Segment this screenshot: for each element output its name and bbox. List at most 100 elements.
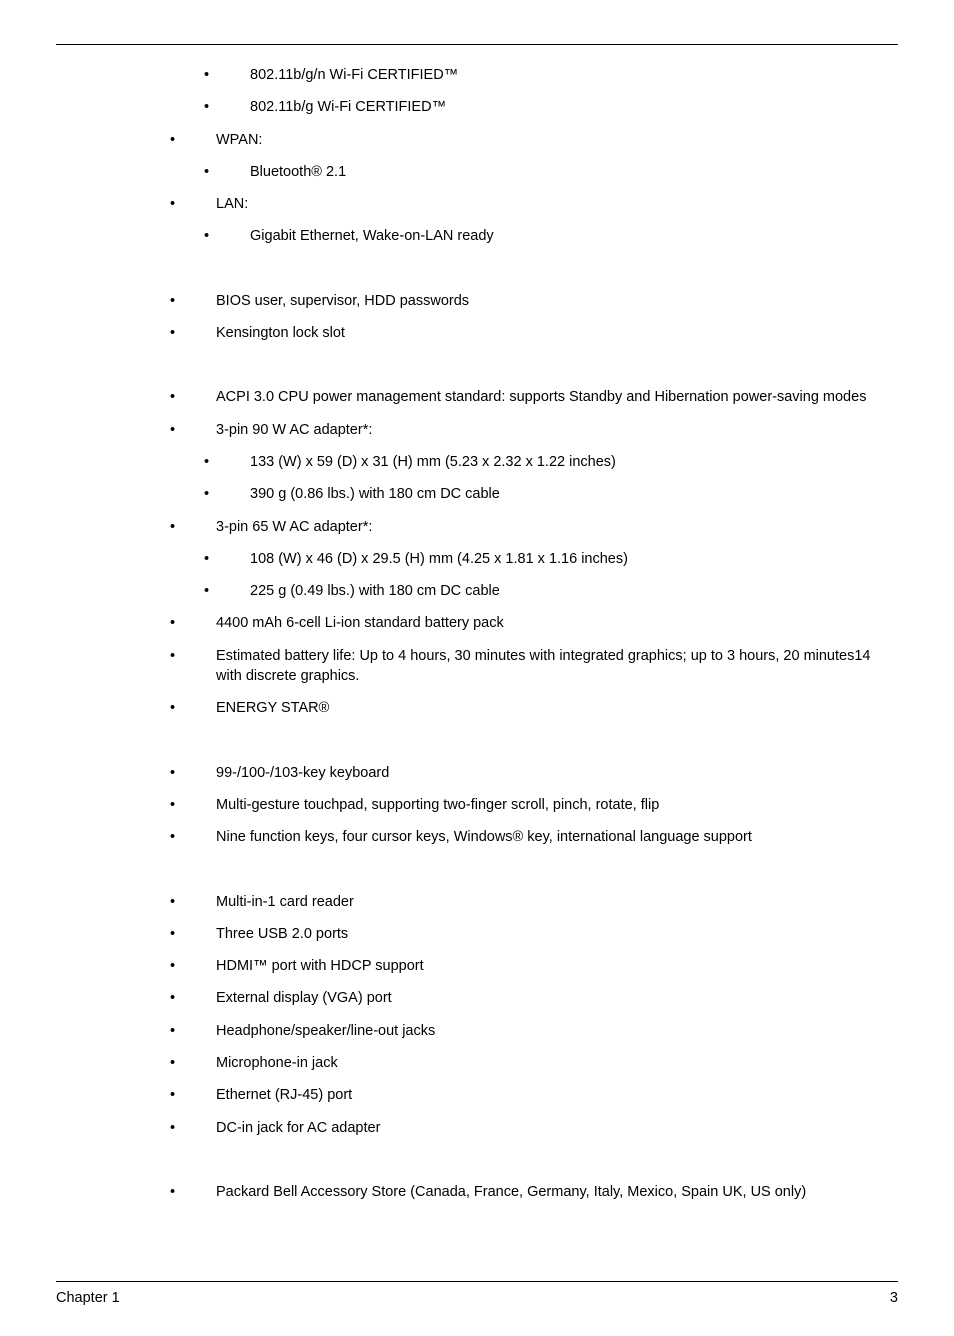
list-item: • HDMI™ port with HDCP support bbox=[56, 956, 898, 976]
list-item-text: BIOS user, supervisor, HDD passwords bbox=[216, 291, 898, 311]
list-item-text: 3-pin 65 W AC adapter*: bbox=[216, 517, 898, 537]
list-item: •802.11b/g/n Wi-Fi CERTIFIED™ bbox=[56, 65, 898, 85]
bullet-icon: • bbox=[170, 517, 175, 537]
list-item: • Packard Bell Accessory Store (Canada, F… bbox=[56, 1182, 898, 1202]
bullet-icon: • bbox=[204, 452, 209, 472]
list-item-text: Kensington lock slot bbox=[216, 323, 898, 343]
bullet-icon: • bbox=[170, 387, 175, 407]
bullet-icon: • bbox=[204, 581, 209, 601]
list-item-text: 802.11b/g Wi-Fi CERTIFIED™ bbox=[250, 97, 898, 117]
footer-right: 3 bbox=[890, 1290, 898, 1306]
list-item-text: DC-in jack for AC adapter bbox=[216, 1118, 898, 1138]
sub-bullet-list: • 108 (W) x 46 (D) x 29.5 (H) mm (4.25 x … bbox=[56, 549, 898, 602]
list-item-text: 225 g (0.49 lbs.) with 180 cm DC cable bbox=[250, 581, 898, 601]
list-item: • External display (VGA) port bbox=[56, 988, 898, 1008]
bullet-list: • ACPI 3.0 CPU power management standard:… bbox=[56, 387, 898, 718]
list-item: • Microphone-in jack bbox=[56, 1053, 898, 1073]
list-item-text: External display (VGA) port bbox=[216, 988, 898, 1008]
bullet-icon: • bbox=[170, 291, 175, 311]
list-item: • LAN: •Gigabit Ethernet, Wake-on-LAN read… bbox=[56, 194, 898, 247]
bullet-icon: • bbox=[170, 924, 175, 944]
bullet-icon: • bbox=[170, 1053, 175, 1073]
list-item: • Three USB 2.0 ports bbox=[56, 924, 898, 944]
bullet-icon: • bbox=[170, 827, 175, 847]
list-item: • 802.11b/g Wi-Fi CERTIFIED™ bbox=[56, 97, 898, 117]
list-item: • 225 g (0.49 lbs.) with 180 cm DC cable bbox=[56, 581, 898, 601]
bullet-list: • Multi-in-1 card reader • Three USB 2.0 po… bbox=[56, 892, 898, 1138]
list-item-text: WPAN: bbox=[216, 130, 898, 150]
list-item: • ACPI 3.0 CPU power management standard:… bbox=[56, 387, 898, 407]
bullet-icon: • bbox=[170, 194, 175, 214]
list-item-text: Three USB 2.0 ports bbox=[216, 924, 898, 944]
bullet-icon: • bbox=[170, 1118, 175, 1138]
list-item-text: 108 (W) x 46 (D) x 29.5 (H) mm (4.25 x 1… bbox=[250, 549, 898, 569]
list-item-text: Microphone-in jack bbox=[216, 1053, 898, 1073]
bullet-icon: • bbox=[170, 1182, 175, 1202]
list-item: • Nine function keys, four cursor keys, W… bbox=[56, 827, 898, 847]
bullet-icon: • bbox=[170, 613, 175, 633]
bullet-icon: • bbox=[204, 549, 209, 569]
bottom-rule bbox=[56, 1281, 898, 1282]
content: •802.11b/g/n Wi-Fi CERTIFIED™•802.11b/g … bbox=[56, 65, 898, 1202]
list-item: • Headphone/speaker/line-out jacks bbox=[56, 1021, 898, 1041]
top-rule bbox=[56, 44, 898, 45]
list-item: • DC-in jack for AC adapter bbox=[56, 1118, 898, 1138]
footer-row: Chapter 1 3 bbox=[56, 1290, 898, 1306]
list-item-text: 133 (W) x 59 (D) x 31 (H) mm (5.23 x 2.3… bbox=[250, 452, 898, 472]
list-item-text: LAN: bbox=[216, 194, 898, 214]
list-item: •802.11b/g/n Wi-Fi CERTIFIED™ • 802.11b/g … bbox=[56, 65, 898, 118]
list-item: • 133 (W) x 59 (D) x 31 (H) mm (5.23 x 2.… bbox=[56, 452, 898, 472]
list-item: •3-pin 90 W AC adapter*:•133 (W) x 59 (D… bbox=[56, 420, 898, 505]
bullet-list: • Packard Bell Accessory Store (Canada, F… bbox=[56, 1182, 898, 1202]
list-item-text: Estimated battery life: Up to 4 hours, 3… bbox=[216, 646, 898, 687]
list-item: • 108 (W) x 46 (D) x 29.5 (H) mm (4.25 x … bbox=[56, 549, 898, 569]
list-item: • Kensington lock slot bbox=[56, 323, 898, 343]
list-item-text: Nine function keys, four cursor keys, Wi… bbox=[216, 827, 898, 847]
bullet-icon: • bbox=[170, 323, 175, 343]
bullet-icon: • bbox=[170, 795, 175, 815]
list-item-text: Multi-in-1 card reader bbox=[216, 892, 898, 912]
list-item: • 390 g (0.86 lbs.) with 180 cm DC cable bbox=[56, 484, 898, 504]
sub-bullet-list: •Gigabit Ethernet, Wake-on-LAN ready bbox=[56, 226, 898, 246]
list-item: • 3-pin 65 W AC adapter*: • 108 (W) x 46 (D… bbox=[56, 517, 898, 602]
bullet-icon: • bbox=[170, 988, 175, 1008]
list-item: • Multi-gesture touchpad, supporting two-… bbox=[56, 795, 898, 815]
bullet-list: • 99-/100-/103-key keyboard • Multi-gesture… bbox=[56, 763, 898, 848]
list-item: •Gigabit Ethernet, Wake-on-LAN ready bbox=[56, 226, 898, 246]
list-item-text: 4400 mAh 6-cell Li-ion standard battery … bbox=[216, 613, 898, 633]
sub-bullet-list: •802.11b/g/n Wi-Fi CERTIFIED™ • 802.11b/g … bbox=[56, 65, 898, 118]
list-item: • Estimated battery life: Up to 4 hours, … bbox=[56, 646, 898, 687]
list-item-text: Bluetooth® 2.1 bbox=[250, 162, 898, 182]
list-item-text: 802.11b/g/n Wi-Fi CERTIFIED™ bbox=[250, 65, 898, 85]
page: •802.11b/g/n Wi-Fi CERTIFIED™•802.11b/g … bbox=[0, 0, 954, 1336]
list-item-text: HDMI™ port with HDCP support bbox=[216, 956, 898, 976]
bullet-icon: • bbox=[170, 1021, 175, 1041]
bullet-icon: • bbox=[170, 420, 175, 440]
footer: Chapter 1 3 bbox=[56, 1281, 898, 1306]
list-item-text: Headphone/speaker/line-out jacks bbox=[216, 1021, 898, 1041]
list-item: • Bluetooth® 2.1 bbox=[56, 162, 898, 182]
bullet-icon: • bbox=[170, 956, 175, 976]
list-item-text: 99-/100-/103-key keyboard bbox=[216, 763, 898, 783]
list-item: • 4400 mAh 6-cell Li-ion standard battery… bbox=[56, 613, 898, 633]
list-item-text: ACPI 3.0 CPU power management standard: … bbox=[216, 387, 898, 407]
list-item-text: 390 g (0.86 lbs.) with 180 cm DC cable bbox=[250, 484, 898, 504]
bullet-icon: • bbox=[170, 646, 175, 666]
list-item: • WPAN: • Bluetooth® 2.1 bbox=[56, 130, 898, 183]
bullet-icon: • bbox=[204, 97, 209, 117]
bullet-list: •802.11b/g/n Wi-Fi CERTIFIED™•802.11b/g … bbox=[56, 65, 898, 247]
list-item-text: ENERGY STAR® bbox=[216, 698, 898, 718]
bullet-icon: • bbox=[170, 763, 175, 783]
footer-left: Chapter 1 bbox=[56, 1290, 120, 1306]
list-item-text: Gigabit Ethernet, Wake-on-LAN ready bbox=[250, 226, 898, 246]
list-item-text: Packard Bell Accessory Store (Canada, Fr… bbox=[216, 1182, 898, 1202]
sub-bullet-list: • 133 (W) x 59 (D) x 31 (H) mm (5.23 x 2.… bbox=[56, 452, 898, 505]
bullet-icon: • bbox=[204, 484, 209, 504]
bullet-icon: • bbox=[170, 1085, 175, 1105]
bullet-icon: • bbox=[170, 130, 175, 150]
list-item-text: Multi-gesture touchpad, supporting two-f… bbox=[216, 795, 898, 815]
bullet-icon: • bbox=[170, 892, 175, 912]
sub-bullet-list: • Bluetooth® 2.1 bbox=[56, 162, 898, 182]
bullet-icon: • bbox=[204, 162, 209, 182]
list-item: • BIOS user, supervisor, HDD passwords bbox=[56, 291, 898, 311]
